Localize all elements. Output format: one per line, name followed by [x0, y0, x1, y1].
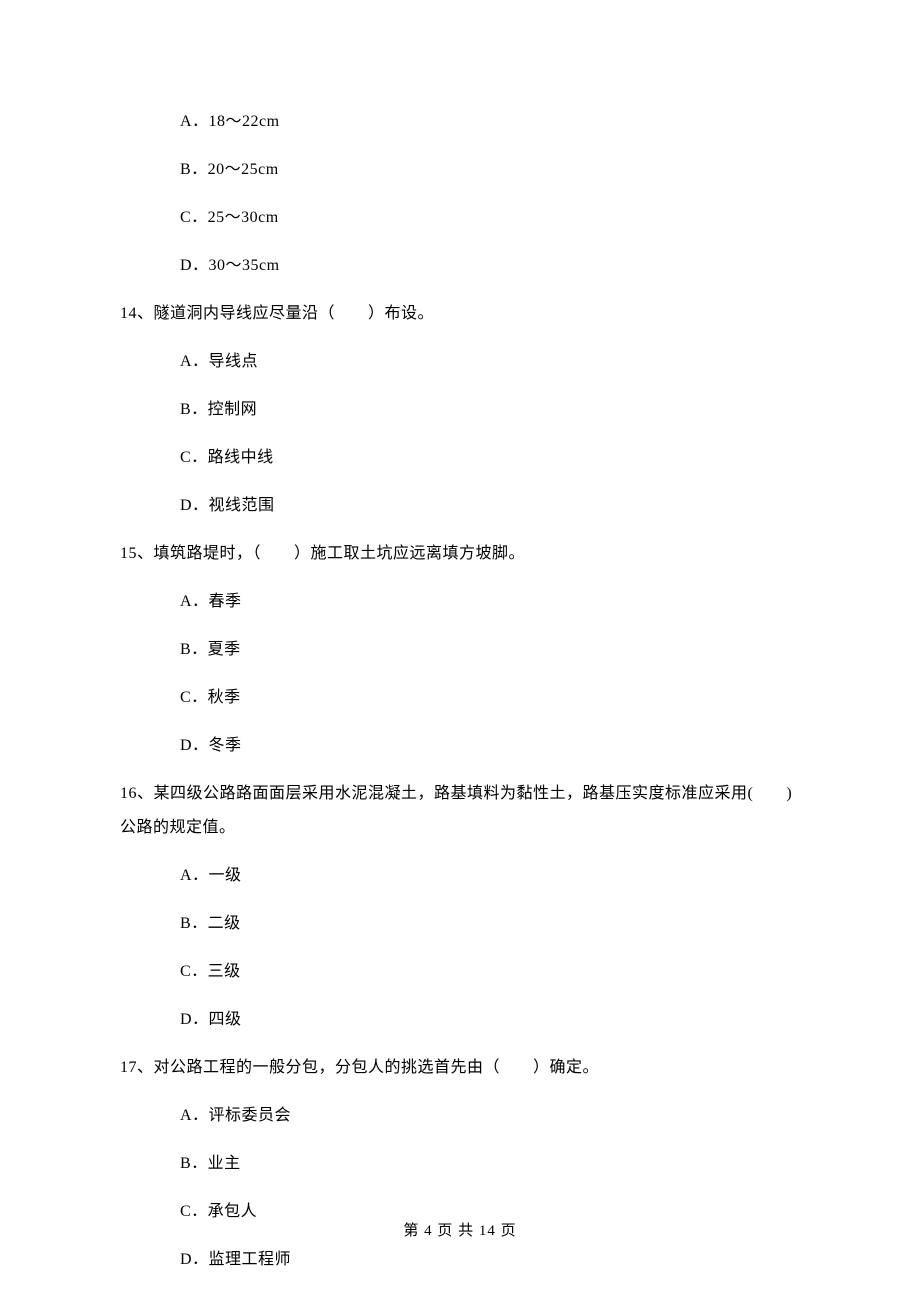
q14-option-b: B．控制网: [180, 398, 800, 422]
q17-stem: 17、对公路工程的一般分包，分包人的挑选首先由（ ）确定。: [120, 1056, 800, 1080]
q17-option-a: A．评标委员会: [180, 1104, 800, 1128]
q13-option-b: B．20～25cm: [180, 158, 800, 182]
q15-stem: 15、填筑路堤时，（ ）施工取土坑应远离填方坡脚。: [120, 542, 800, 566]
q15-option-c: C．秋季: [180, 686, 800, 710]
q15-option-b: B．夏季: [180, 638, 800, 662]
q14-stem: 14、隧道洞内导线应尽量沿（ ）布设。: [120, 302, 800, 326]
page-content: A．18～22cm B．20～25cm C．25～30cm D．30～35cm …: [0, 0, 920, 1272]
q17-option-b: B．业主: [180, 1152, 800, 1176]
q16-option-c: C．三级: [180, 960, 800, 984]
q16-option-b: B．二级: [180, 912, 800, 936]
q16-stem-line1: 16、某四级公路路面面层采用水泥混凝土，路基填料为黏性土，路基压实度标准应采用(…: [120, 782, 800, 806]
q14-option-a: A．导线点: [180, 350, 800, 374]
q15-option-a: A．春季: [180, 590, 800, 614]
q16-stem-line2: 公路的规定值。: [120, 816, 800, 840]
q14-option-d: D．视线范围: [180, 494, 800, 518]
q17-option-d: D．监理工程师: [180, 1248, 800, 1272]
q14-option-c: C．路线中线: [180, 446, 800, 470]
q16-option-d: D．四级: [180, 1008, 800, 1032]
q13-option-d: D．30～35cm: [180, 254, 800, 278]
q16-option-a: A．一级: [180, 864, 800, 888]
q13-option-c: C．25～30cm: [180, 206, 800, 230]
q13-option-a: A．18～22cm: [180, 110, 800, 134]
page-footer: 第 4 页 共 14 页: [0, 1220, 920, 1243]
q15-option-d: D．冬季: [180, 734, 800, 758]
